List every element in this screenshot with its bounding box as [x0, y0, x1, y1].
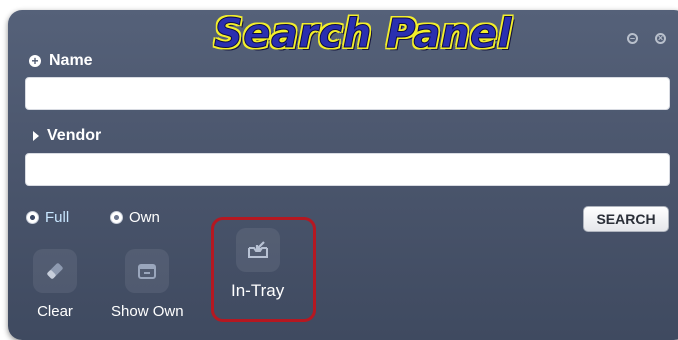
radio-full[interactable]: Full: [26, 209, 69, 226]
vendor-input[interactable]: [25, 153, 670, 186]
vendor-label-text: Vendor: [47, 127, 102, 144]
search-button[interactable]: SEARCH: [583, 206, 669, 232]
in-tray-tool-tile: [235, 228, 280, 272]
radio-unselected-icon: [110, 211, 123, 224]
radio-own[interactable]: Own: [110, 209, 160, 226]
folder-icon: [138, 264, 157, 279]
radio-own-label: Own: [129, 209, 160, 226]
clear-tool-button[interactable]: Clear: [33, 249, 77, 320]
name-label-text: Name: [49, 52, 93, 69]
expand-circle-icon: +: [29, 55, 41, 67]
x-circle-icon[interactable]: ×: [655, 33, 666, 44]
name-input[interactable]: [25, 77, 670, 110]
eraser-icon: [47, 263, 63, 279]
radio-full-label: Full: [45, 209, 70, 226]
inbox-icon: [247, 241, 268, 258]
in-tray-tool-button[interactable]: In-Tray: [231, 228, 284, 301]
clear-tool-tile: [33, 249, 77, 293]
show-own-tool-button[interactable]: Show Own: [111, 249, 184, 320]
search-panel-title-overlay: Search Panel: [214, 11, 512, 58]
radio-selected-icon: [26, 211, 39, 224]
name-field-label[interactable]: + Name: [29, 52, 93, 70]
chevron-right-icon: [33, 131, 39, 141]
in-tray-label: In-Tray: [231, 281, 285, 300]
minus-circle-icon[interactable]: –: [627, 33, 638, 44]
show-own-tool-tile: [125, 249, 170, 293]
clear-label: Clear: [37, 303, 73, 320]
show-own-label: Show Own: [111, 303, 184, 320]
vendor-field-label[interactable]: Vendor: [29, 127, 101, 145]
